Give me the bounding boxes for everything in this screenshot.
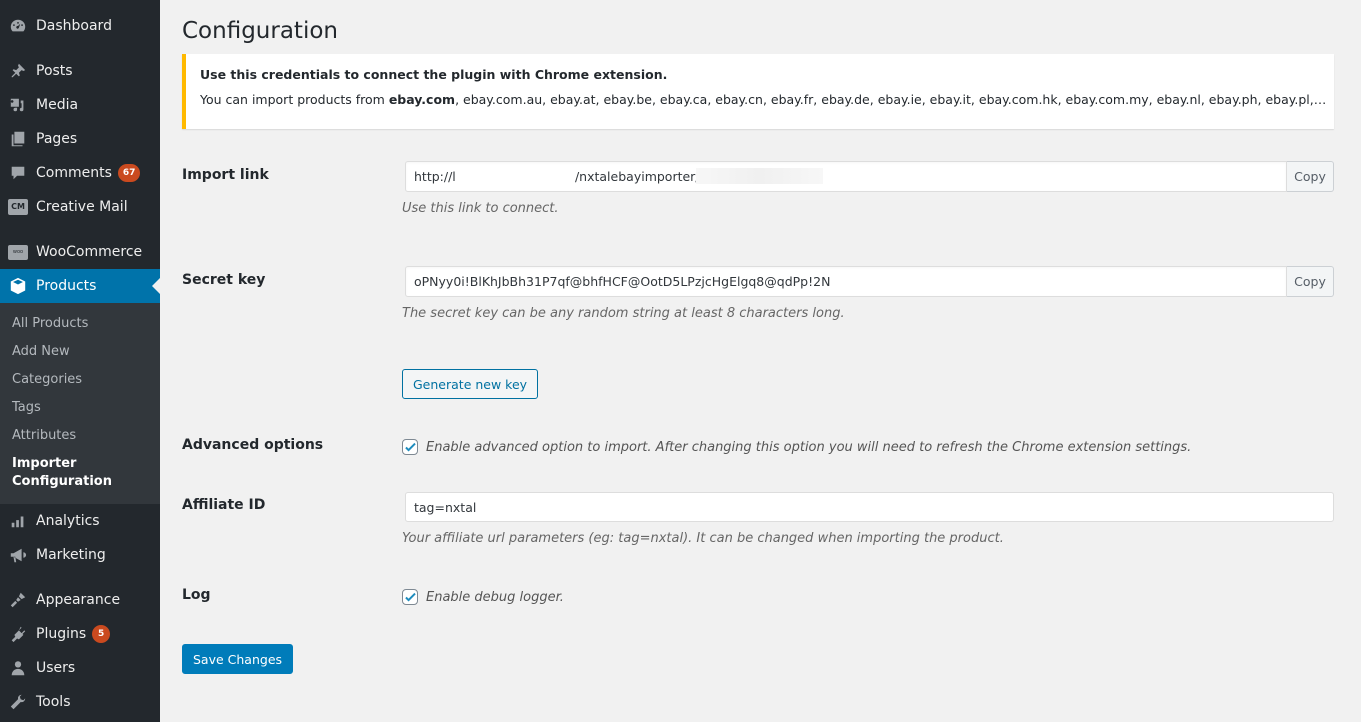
submenu-item-all-products[interactable]: All Products	[12, 316, 88, 331]
advanced-options-label: Advanced options	[182, 437, 324, 453]
sidebar-item-media[interactable]: Media	[0, 88, 160, 122]
sidebar-item-label: Posts	[36, 63, 73, 79]
import-link-group: Copy	[405, 161, 1334, 192]
notice-text-rest: , ebay.com.au, ebay.at, ebay.be, ebay.ca…	[455, 92, 1330, 107]
sidebar-item-label: Plugins	[36, 626, 87, 642]
affiliate-id-description: Your affiliate url parameters (eg: tag=n…	[402, 531, 1004, 546]
submenu-item-label-line2: Configuration	[12, 474, 112, 489]
products-submenu: All Products Add New Categories Tags Att…	[0, 303, 160, 504]
notice-title: Use this credentials to connect the plug…	[200, 67, 668, 82]
media-icon	[8, 95, 28, 115]
woocommerce-icon: woo	[8, 242, 28, 262]
generate-new-key-button[interactable]: Generate new key	[402, 369, 539, 399]
comments-count-badge: 67	[117, 164, 141, 182]
credentials-notice: Use this credentials to connect the plug…	[182, 54, 1334, 129]
copy-import-link-button[interactable]: Copy	[1287, 161, 1334, 192]
sidebar-item-label: Dashboard	[36, 18, 112, 34]
import-link-label: Import link	[182, 167, 269, 183]
creative-mail-icon-text: CM	[8, 199, 28, 215]
sidebar-item-plugins[interactable]: Plugins 5	[0, 617, 160, 651]
plugins-update-badge: 5	[92, 625, 111, 643]
secret-key-group: Copy	[405, 266, 1334, 297]
sidebar-item-label: WooCommerce	[36, 244, 143, 260]
notice-text-bold: ebay.com	[388, 92, 456, 107]
sidebar-item-creative-mail[interactable]: CM Creative Mail	[0, 190, 160, 224]
affiliate-id-label: Affiliate ID	[182, 497, 266, 513]
sidebar-item-users[interactable]: Users	[0, 651, 160, 685]
wrench-icon	[8, 692, 28, 712]
advanced-options-row: Enable advanced option to import. After …	[402, 439, 1191, 455]
save-changes-button[interactable]: Save Changes	[182, 644, 294, 674]
copy-secret-key-button[interactable]: Copy	[1287, 266, 1334, 297]
secret-key-description: The secret key can be any random string …	[402, 306, 845, 321]
paintbrush-icon	[8, 590, 28, 610]
sidebar-item-label: Appearance	[36, 592, 121, 608]
sidebar-item-label: Products	[36, 278, 97, 294]
dashboard-icon	[8, 16, 28, 36]
submenu-item-tags[interactable]: Tags	[12, 400, 41, 415]
pin-icon	[8, 61, 28, 81]
notice-text-prefix: You can import products from	[200, 92, 389, 107]
sidebar-item-tools[interactable]: Tools	[0, 685, 160, 719]
advanced-options-checkbox[interactable]	[402, 439, 418, 455]
creative-mail-icon: CM	[8, 197, 28, 217]
secret-key-label: Secret key	[182, 272, 266, 288]
advanced-options-checkbox-label: Enable advanced option to import. After …	[426, 439, 1192, 455]
sidebar-item-posts[interactable]: Posts	[0, 54, 160, 88]
submenu-item-categories[interactable]: Categories	[12, 372, 82, 387]
sidebar-item-appearance[interactable]: Appearance	[0, 583, 160, 617]
log-row: Enable debug logger.	[402, 589, 564, 605]
products-box-icon	[8, 276, 28, 296]
sidebar-item-woocommerce[interactable]: woo WooCommerce	[0, 235, 160, 269]
submenu-item-importer-configuration[interactable]: Importer Configuration	[12, 455, 112, 491]
sidebar-item-analytics[interactable]: Analytics	[0, 504, 160, 538]
sidebar-item-label: Users	[36, 660, 76, 676]
bar-chart-icon	[8, 511, 28, 531]
sidebar-item-pages[interactable]: Pages	[0, 122, 160, 156]
sidebar-item-dashboard[interactable]: Dashboard	[0, 9, 160, 43]
submenu-item-label-line1: Importer	[12, 456, 77, 471]
sidebar-item-marketing[interactable]: Marketing	[0, 538, 160, 572]
submenu-item-attributes[interactable]: Attributes	[12, 428, 76, 443]
admin-sidebar: Dashboard Posts Media Pages Comments 67 …	[0, 0, 160, 722]
sidebar-item-label: Analytics	[36, 513, 100, 529]
debug-logger-checkbox[interactable]	[402, 589, 418, 605]
debug-logger-checkbox-label: Enable debug logger.	[426, 589, 564, 605]
plug-icon	[8, 624, 28, 644]
sidebar-item-comments[interactable]: Comments 67	[0, 156, 160, 190]
main-content: Configuration Use this credentials to co…	[160, 0, 1361, 722]
sidebar-item-label: Comments	[36, 165, 112, 181]
affiliate-id-input[interactable]	[405, 492, 1334, 522]
sidebar-item-label: Tools	[36, 694, 71, 710]
import-link-description: Use this link to connect.	[402, 201, 559, 216]
submenu-item-add-new[interactable]: Add New	[12, 344, 70, 359]
woocommerce-icon-text: woo	[8, 244, 28, 260]
notice-text: You can import products from ebay.com, e…	[200, 92, 1330, 107]
sidebar-item-label: Marketing	[36, 547, 106, 563]
log-label: Log	[182, 587, 211, 603]
sidebar-item-products[interactable]: Products	[0, 269, 160, 303]
sidebar-item-label: Creative Mail	[36, 199, 128, 215]
sidebar-item-label: Media	[36, 97, 79, 113]
checkmark-icon	[404, 442, 416, 451]
pages-icon	[8, 129, 28, 149]
import-link-input[interactable]	[405, 161, 1287, 192]
redacted-region	[696, 168, 823, 184]
checkmark-icon	[404, 592, 416, 601]
sidebar-item-label: Pages	[36, 131, 78, 147]
page-title: Configuration	[182, 18, 338, 44]
comment-icon	[8, 163, 28, 183]
user-icon	[8, 658, 28, 678]
megaphone-icon	[8, 545, 28, 565]
secret-key-input[interactable]	[405, 266, 1287, 297]
